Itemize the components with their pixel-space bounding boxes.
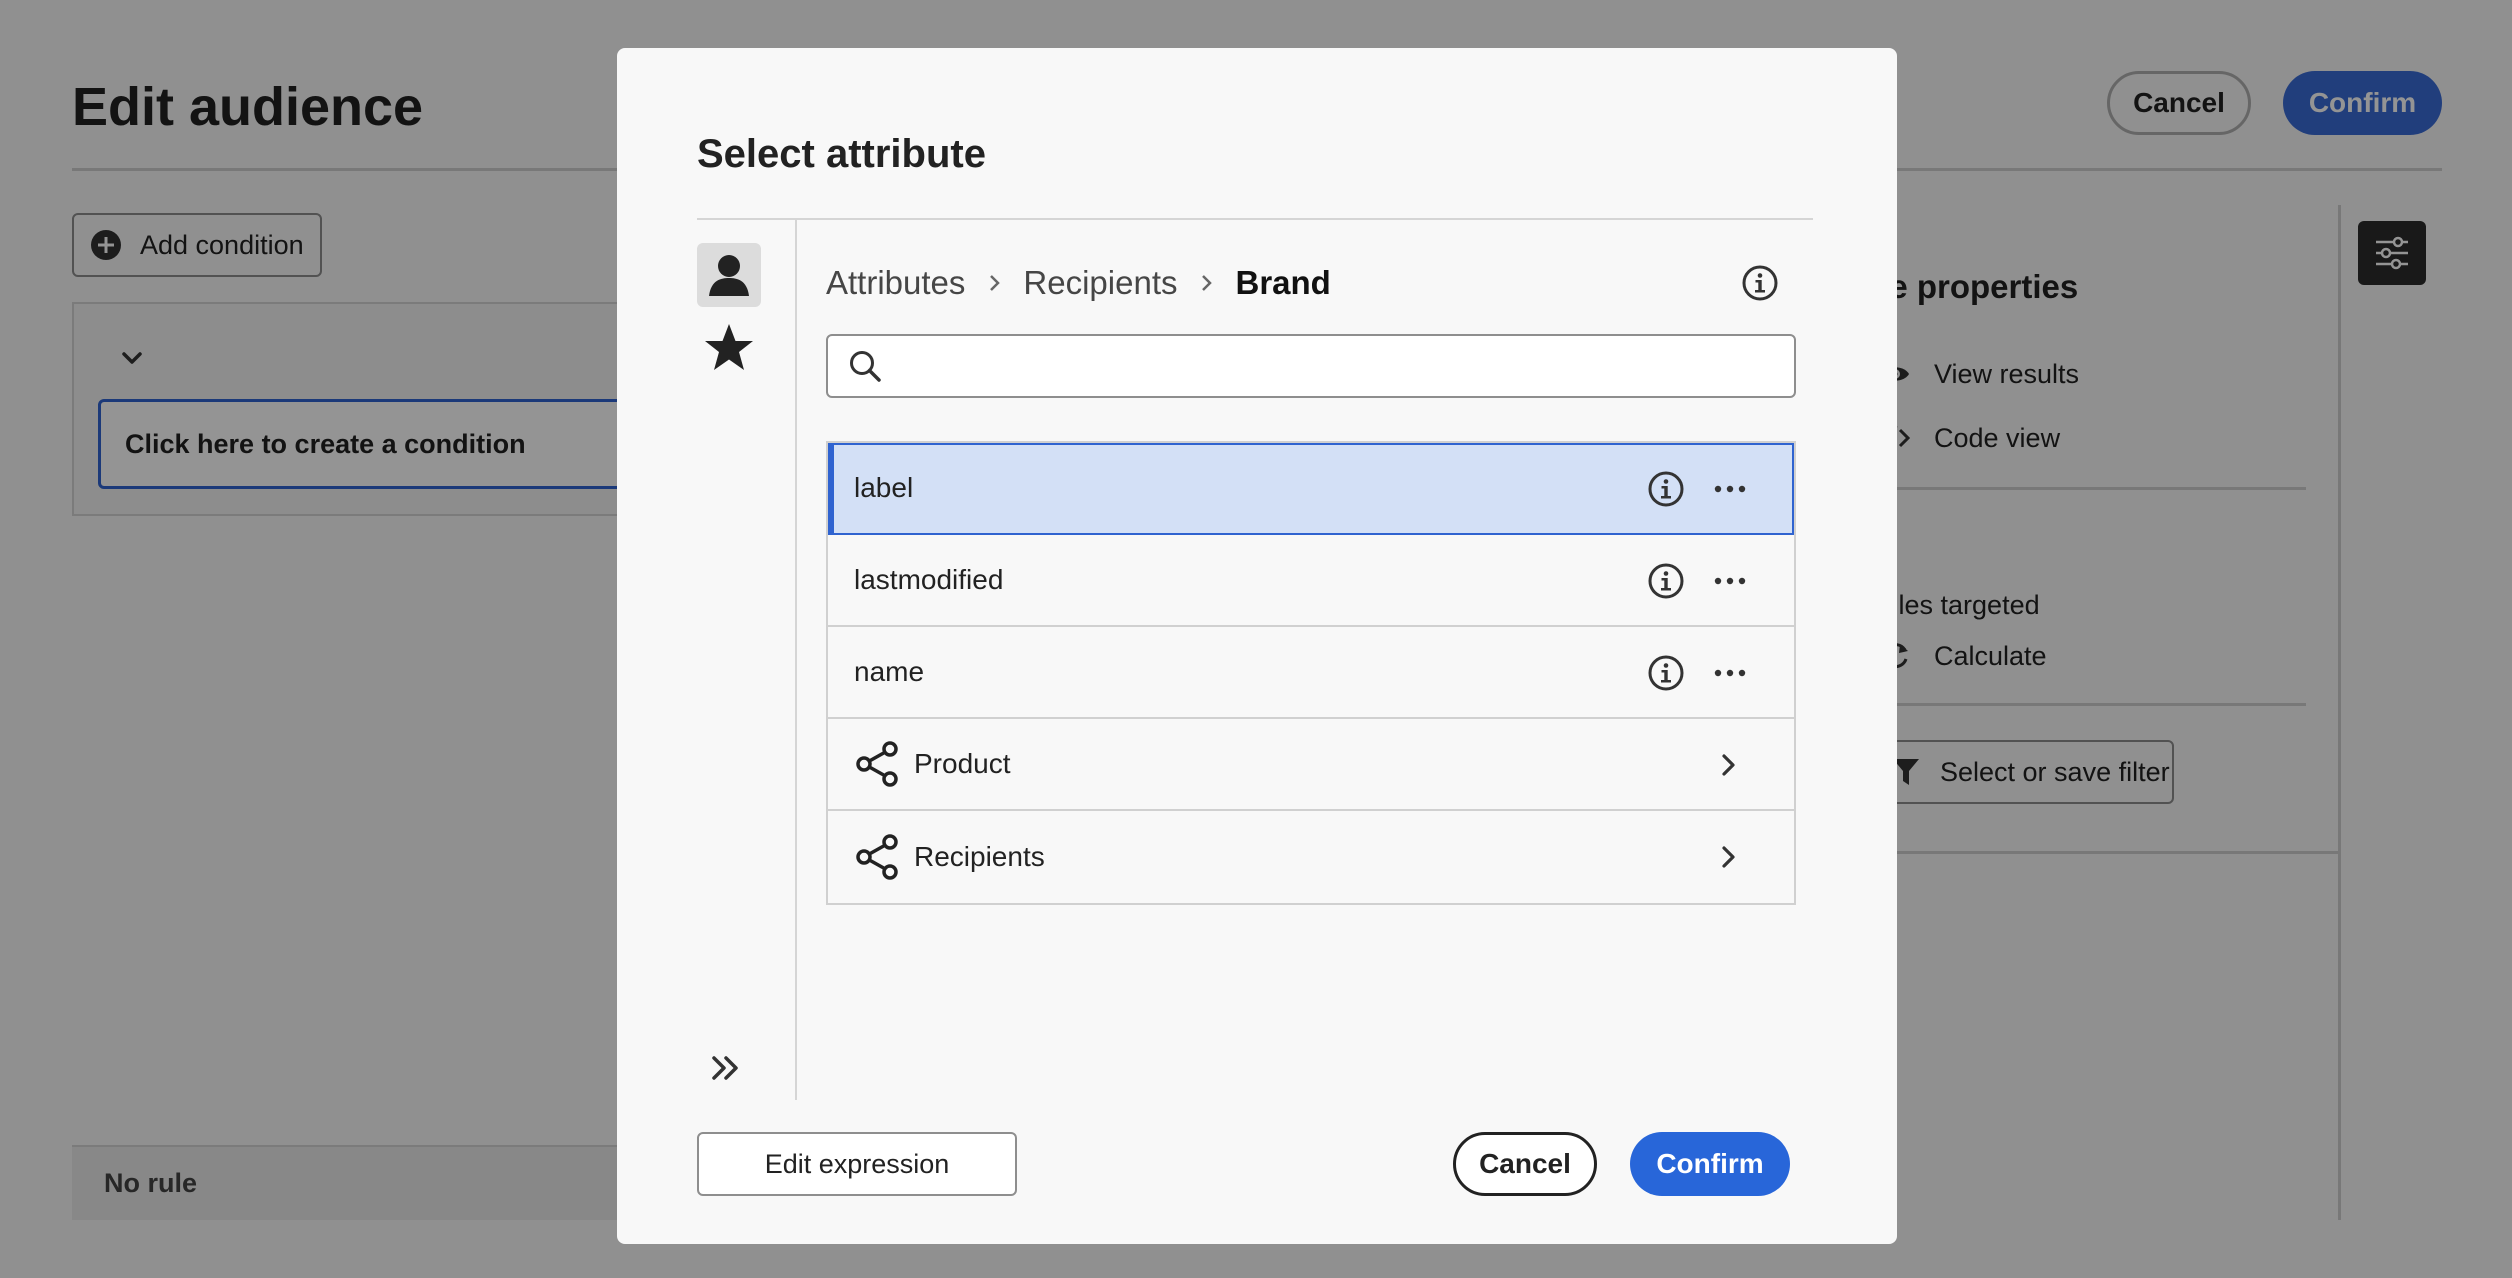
search-input[interactable] bbox=[896, 349, 1780, 383]
chevron-right-icon bbox=[1202, 275, 1213, 291]
attribute-name: name bbox=[854, 656, 925, 687]
attribute-list: label lastmodified name Product Recipien… bbox=[826, 441, 1796, 905]
breadcrumb-current: Brand bbox=[1235, 264, 1331, 301]
link-row-recipients[interactable]: Recipients bbox=[828, 811, 1794, 903]
star-icon[interactable] bbox=[701, 320, 757, 376]
attribute-row-label[interactable]: label bbox=[828, 443, 1794, 535]
user-icon bbox=[709, 255, 749, 296]
link-share-icon bbox=[856, 741, 898, 787]
link-name: Product bbox=[914, 748, 1011, 779]
search-icon bbox=[850, 351, 881, 382]
link-name: Recipients bbox=[914, 841, 1045, 872]
attribute-search-field[interactable] bbox=[826, 334, 1796, 398]
link-row-product[interactable]: Product bbox=[828, 719, 1794, 811]
attribute-name: lastmodified bbox=[854, 564, 1004, 595]
edit-expression-button[interactable]: Edit expression bbox=[697, 1132, 1017, 1196]
info-icon[interactable] bbox=[1646, 653, 1686, 693]
more-options-icon[interactable] bbox=[1712, 565, 1748, 597]
info-icon[interactable] bbox=[1646, 561, 1686, 601]
more-options-icon[interactable] bbox=[1712, 657, 1748, 689]
breadcrumb-item[interactable]: Attributes bbox=[826, 264, 965, 302]
info-icon[interactable] bbox=[1740, 263, 1780, 303]
dialog-title: Select attribute bbox=[697, 132, 986, 176]
chevron-right-icon bbox=[1722, 846, 1735, 868]
dialog-header-divider bbox=[697, 218, 1813, 220]
dialog-confirm-button[interactable]: Confirm bbox=[1630, 1132, 1790, 1196]
chevron-right-icon bbox=[990, 275, 1001, 291]
link-share-icon bbox=[856, 834, 898, 880]
dialog-sidebar-divider bbox=[795, 220, 797, 1100]
attribute-row-name[interactable]: name bbox=[828, 627, 1794, 719]
breadcrumb-item[interactable]: Recipients bbox=[1023, 264, 1177, 302]
more-options-icon[interactable] bbox=[1712, 473, 1748, 505]
attribute-row-lastmodified[interactable]: lastmodified bbox=[828, 535, 1794, 627]
expand-panel-icon[interactable] bbox=[709, 1051, 743, 1085]
chevron-right-icon bbox=[1722, 754, 1735, 776]
attribute-name: label bbox=[854, 472, 914, 503]
breadcrumb: Attributes Recipients Brand bbox=[826, 264, 1331, 302]
select-attribute-dialog: Select attribute Attributes Recipients B… bbox=[617, 48, 1897, 1244]
info-icon[interactable] bbox=[1646, 469, 1686, 509]
attributes-tab-button[interactable] bbox=[697, 243, 761, 307]
dialog-cancel-button[interactable]: Cancel bbox=[1453, 1132, 1597, 1196]
